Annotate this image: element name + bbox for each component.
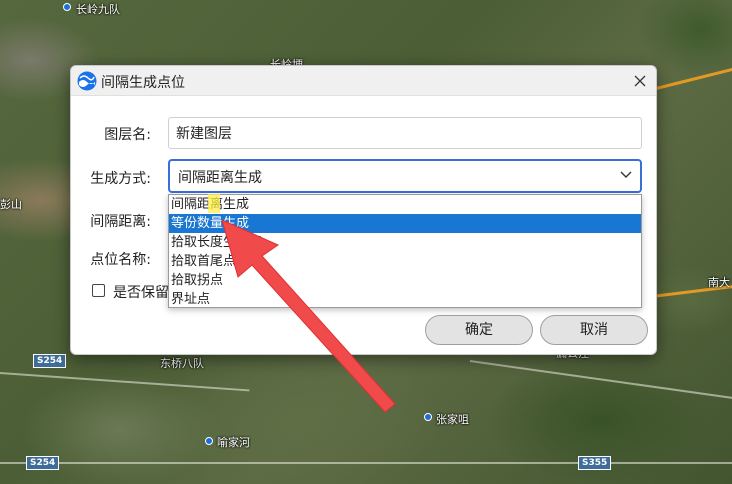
method-select-value: 间隔距离生成 [178,170,262,186]
map-label: 喻家河 [217,436,250,449]
map-pin-icon[interactable] [424,413,432,421]
point-name-label: 点位名称: [90,252,151,268]
method-dropdown-list: 间隔距离生成 等份数量生成 拾取长度生成点 拾取首尾点 拾取拐点 界址点 [168,194,642,308]
highway-line [651,66,732,91]
dropdown-option[interactable]: 拾取首尾点 [169,252,641,271]
keep-checkbox[interactable] [92,284,105,297]
dropdown-option[interactable]: 拾取长度生成点 [169,233,641,252]
road-line [0,462,732,464]
map-label: 东桥八队 [160,357,204,370]
method-label: 生成方式: [90,171,151,187]
app-logo-icon [77,71,97,91]
distance-label: 间隔距离: [90,214,151,230]
road-line [469,360,732,401]
method-select[interactable]: 间隔距离生成 [168,159,642,193]
road-line [0,372,250,392]
road-sign: S254 [26,456,60,470]
layer-name-input[interactable] [168,117,642,149]
map-label: 张家咀 [436,413,469,426]
keep-label: 是否保留 [113,285,169,301]
dropdown-option[interactable]: 等份数量生成 [169,214,641,233]
map-label: 长岭九队 [76,3,120,16]
generate-points-dialog: 间隔生成点位 图层名: 生成方式: 间隔距离生成 间隔距离: 点位名称: 是否保… [70,65,657,355]
layer-name-label: 图层名: [104,127,151,143]
dialog-title: 间隔生成点位 [101,75,185,91]
chevron-down-icon [620,171,632,178]
road-sign: S254 [33,354,67,368]
dropdown-option[interactable]: 间隔距离生成 [169,195,641,214]
dropdown-option[interactable]: 拾取拐点 [169,271,641,290]
cancel-button[interactable]: 取消 [540,315,648,345]
road-sign: S355 [578,456,612,470]
map-label: 彭山 [0,198,22,211]
close-button[interactable] [628,69,652,93]
dropdown-option[interactable]: 界址点 [169,290,641,309]
map-pin-icon[interactable] [205,437,213,445]
ok-button[interactable]: 确定 [425,315,533,345]
dialog-titlebar[interactable]: 间隔生成点位 [71,66,656,96]
close-icon [634,75,646,87]
map-pin-icon[interactable] [63,3,71,11]
map-label: 南大 [708,276,730,289]
